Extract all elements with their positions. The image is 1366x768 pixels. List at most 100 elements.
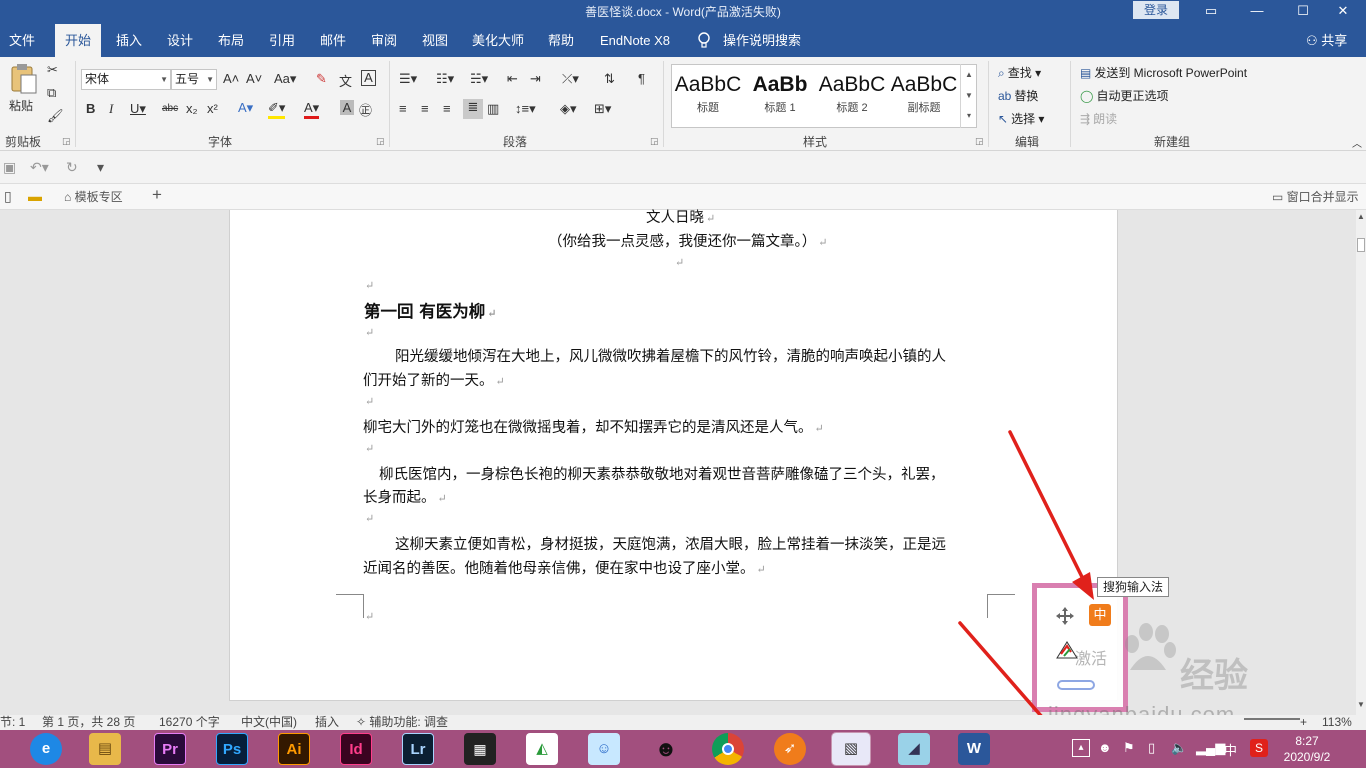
sort-icon[interactable]: ⇅ [604, 71, 615, 87]
device-icon[interactable]: ▯ [1148, 740, 1155, 756]
blue-app-icon[interactable]: ◢ [898, 733, 930, 765]
video-editor-icon[interactable]: ▦ [464, 733, 496, 765]
status-language[interactable]: 中文(中国) [241, 715, 297, 730]
status-insert-mode[interactable]: 插入 [315, 715, 339, 730]
distributed-icon[interactable]: ▥ [487, 101, 499, 117]
merge-windows-button[interactable]: ▭ 窗口合并显示 [1272, 188, 1359, 205]
numbering-icon[interactable]: ☷▾ [436, 71, 454, 87]
read-aloud-button[interactable]: ⇶ 朗读 [1080, 110, 1117, 127]
status-accessibility[interactable]: ✧ 辅助功能: 调查 [356, 715, 448, 730]
zoom-level[interactable]: 113% [1322, 715, 1352, 730]
undo-icon[interactable]: ↶▾ [30, 159, 49, 176]
phonetic-guide-icon[interactable]: 文 [339, 71, 352, 90]
new-doc-icon[interactable]: ▯ [4, 188, 12, 205]
lightroom-icon[interactable]: Lr [402, 733, 434, 765]
style-heading2[interactable]: AaBbC 标题 2 [816, 65, 888, 127]
shading-icon[interactable]: ◈▾ [560, 101, 577, 117]
multilevel-list-icon[interactable]: ☵▾ [470, 71, 488, 87]
minimize-icon[interactable]: — [1234, 0, 1280, 24]
tab-layout[interactable]: 布局 [211, 24, 251, 57]
align-left-icon[interactable]: ≡ [399, 101, 407, 116]
tab-file[interactable]: 文件 [0, 24, 44, 57]
tray-ime-indicator[interactable]: 中 [1224, 740, 1237, 759]
bullets-icon[interactable]: ☰▾ [399, 71, 417, 87]
shrink-font-icon[interactable]: A˅ [246, 71, 262, 86]
redo-icon[interactable]: ↻ [66, 159, 78, 176]
font-name-combo[interactable]: 宋体 ▼ [81, 69, 171, 90]
scroll-up-icon[interactable]: ▲ [961, 64, 977, 85]
paste-icon[interactable] [9, 63, 39, 95]
volume-icon[interactable]: 🔈 [1171, 740, 1187, 756]
ime-mode-button[interactable]: 中 [1089, 604, 1111, 626]
login-button[interactable]: 登录 [1133, 1, 1179, 19]
char-shading-icon[interactable]: A [340, 100, 354, 115]
clear-format-icon[interactable]: ✎ [316, 71, 327, 87]
format-painter-icon[interactable]: 🖌 [47, 108, 64, 124]
char-border-icon[interactable]: A [361, 70, 376, 86]
tell-me-search[interactable]: 操作说明搜索 [720, 24, 804, 57]
tab-help[interactable]: 帮助 [541, 24, 581, 57]
more-styles-icon[interactable]: ▾ [961, 106, 977, 126]
keyboard-icon[interactable] [1057, 680, 1095, 690]
system-clock[interactable]: 8:27 2020/9/2 [1282, 733, 1332, 765]
share-button[interactable]: ⚇ 共享 [1306, 24, 1347, 57]
style-subtitle[interactable]: AaBbC 副标题 [888, 65, 960, 127]
cut-icon[interactable]: ✂ [47, 62, 58, 78]
customize-qat-icon[interactable]: ▾ [97, 159, 104, 176]
copy-icon[interactable]: ⧉ [47, 85, 56, 101]
bold-icon[interactable]: B [86, 101, 95, 116]
tab-references[interactable]: 引用 [262, 24, 302, 57]
premiere-icon[interactable]: Pr [154, 733, 186, 765]
show-marks-icon[interactable]: ¶ [638, 71, 645, 86]
close-icon[interactable]: ✕ [1320, 0, 1366, 24]
tab-mailings[interactable]: 邮件 [313, 24, 353, 57]
orange-app-icon[interactable]: ➶ [774, 733, 806, 765]
paint-app-icon[interactable]: ◭ [526, 733, 558, 765]
move-icon[interactable] [1055, 606, 1075, 626]
file-explorer-icon[interactable]: ▤ [89, 733, 121, 765]
grow-font-icon[interactable]: A˄ [223, 71, 239, 86]
photoshop-icon[interactable]: Ps [216, 733, 248, 765]
tab-design[interactable]: 设计 [160, 24, 200, 57]
styles-scroll[interactable]: ▲ ▼ ▾ [960, 64, 977, 128]
qq-tray-icon[interactable]: ☻ [1098, 740, 1112, 755]
scroll-down-icon[interactable]: ▼ [1357, 700, 1365, 709]
find-button[interactable]: ⌕ 查找 ▾ [998, 64, 1041, 81]
tab-endnote[interactable]: EndNote X8 [592, 24, 678, 57]
status-page[interactable]: 第 1 页，共 28 页 [42, 715, 135, 730]
status-word-count[interactable]: 16270 个字 [159, 715, 220, 730]
folder-icon[interactable]: ▬ [28, 188, 42, 204]
illustrator-icon[interactable]: Ai [278, 733, 310, 765]
cartoon-app-icon[interactable]: ☺ [588, 733, 620, 765]
zoom-slider[interactable] [1244, 718, 1300, 720]
font-color-icon[interactable]: A▾ [304, 100, 320, 119]
enclose-char-icon[interactable]: ㊣ [359, 100, 372, 119]
line-spacing-icon[interactable]: ↕≡▾ [515, 101, 536, 117]
ribbon-display-icon[interactable]: ▭ [1188, 0, 1234, 24]
zoom-in-icon[interactable]: + [1300, 715, 1307, 730]
replace-button[interactable]: ab 替换 [998, 87, 1038, 104]
template-zone-tab[interactable]: ⌂ 模板专区 [64, 188, 123, 205]
font-launcher-icon[interactable]: ◲ [376, 136, 385, 147]
chinese-layout-icon[interactable]: ⤫▾ [562, 71, 579, 87]
chrome-icon[interactable] [712, 733, 744, 765]
save-icon[interactable]: ▣ [3, 159, 16, 176]
installer-icon[interactable]: ▧ [831, 732, 871, 766]
document-page[interactable]: 文人日晓 ↵ （你给我一点灵感，我便还你一篇文章。） ↵ ↵ ↵ 第一回 有医为柳 ↵… [229, 210, 1118, 701]
tab-home[interactable]: 开始 [55, 24, 101, 57]
font-size-combo[interactable]: 五号 ▼ [171, 69, 217, 90]
flag-icon[interactable]: ⚑ [1123, 740, 1135, 756]
select-button[interactable]: ↖ 选择 ▾ [998, 110, 1044, 127]
style-title[interactable]: AaBbC 标题 [672, 65, 744, 127]
add-tab-icon[interactable]: + [152, 185, 162, 205]
strikethrough-icon[interactable]: abc [162, 103, 178, 114]
style-heading1[interactable]: AaBb 标题 1 [744, 65, 816, 127]
status-section[interactable]: 节: 1 [0, 715, 25, 730]
paste-button[interactable]: 粘贴 [9, 97, 33, 114]
change-case-icon[interactable]: Aa▾ [274, 71, 296, 87]
paragraph-launcher-icon[interactable]: ◲ [650, 136, 659, 147]
decrease-indent-icon[interactable]: ⇤ [507, 71, 518, 87]
qq-icon[interactable]: ☻ [650, 733, 682, 765]
send-to-ppt-button[interactable]: ▤ 发送到 Microsoft PowerPoint [1080, 64, 1247, 81]
clipboard-launcher-icon[interactable]: ◲ [62, 136, 71, 147]
